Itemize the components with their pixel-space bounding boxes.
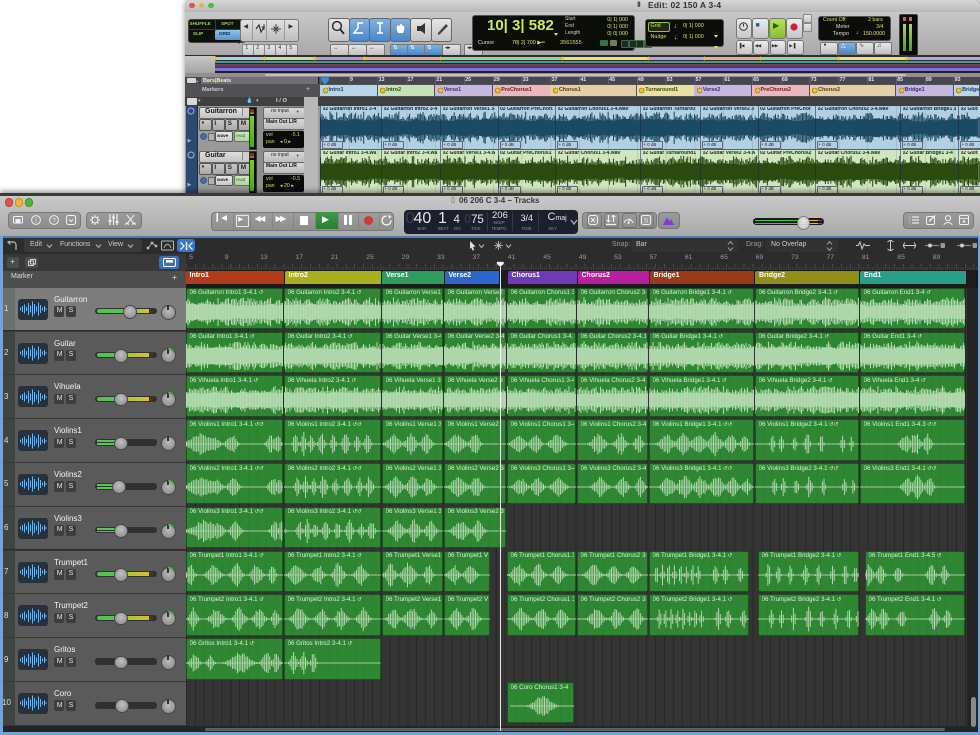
svg-text:S: S (643, 217, 648, 224)
svg-text:i: i (35, 217, 37, 224)
svg-text:?: ? (52, 217, 56, 224)
